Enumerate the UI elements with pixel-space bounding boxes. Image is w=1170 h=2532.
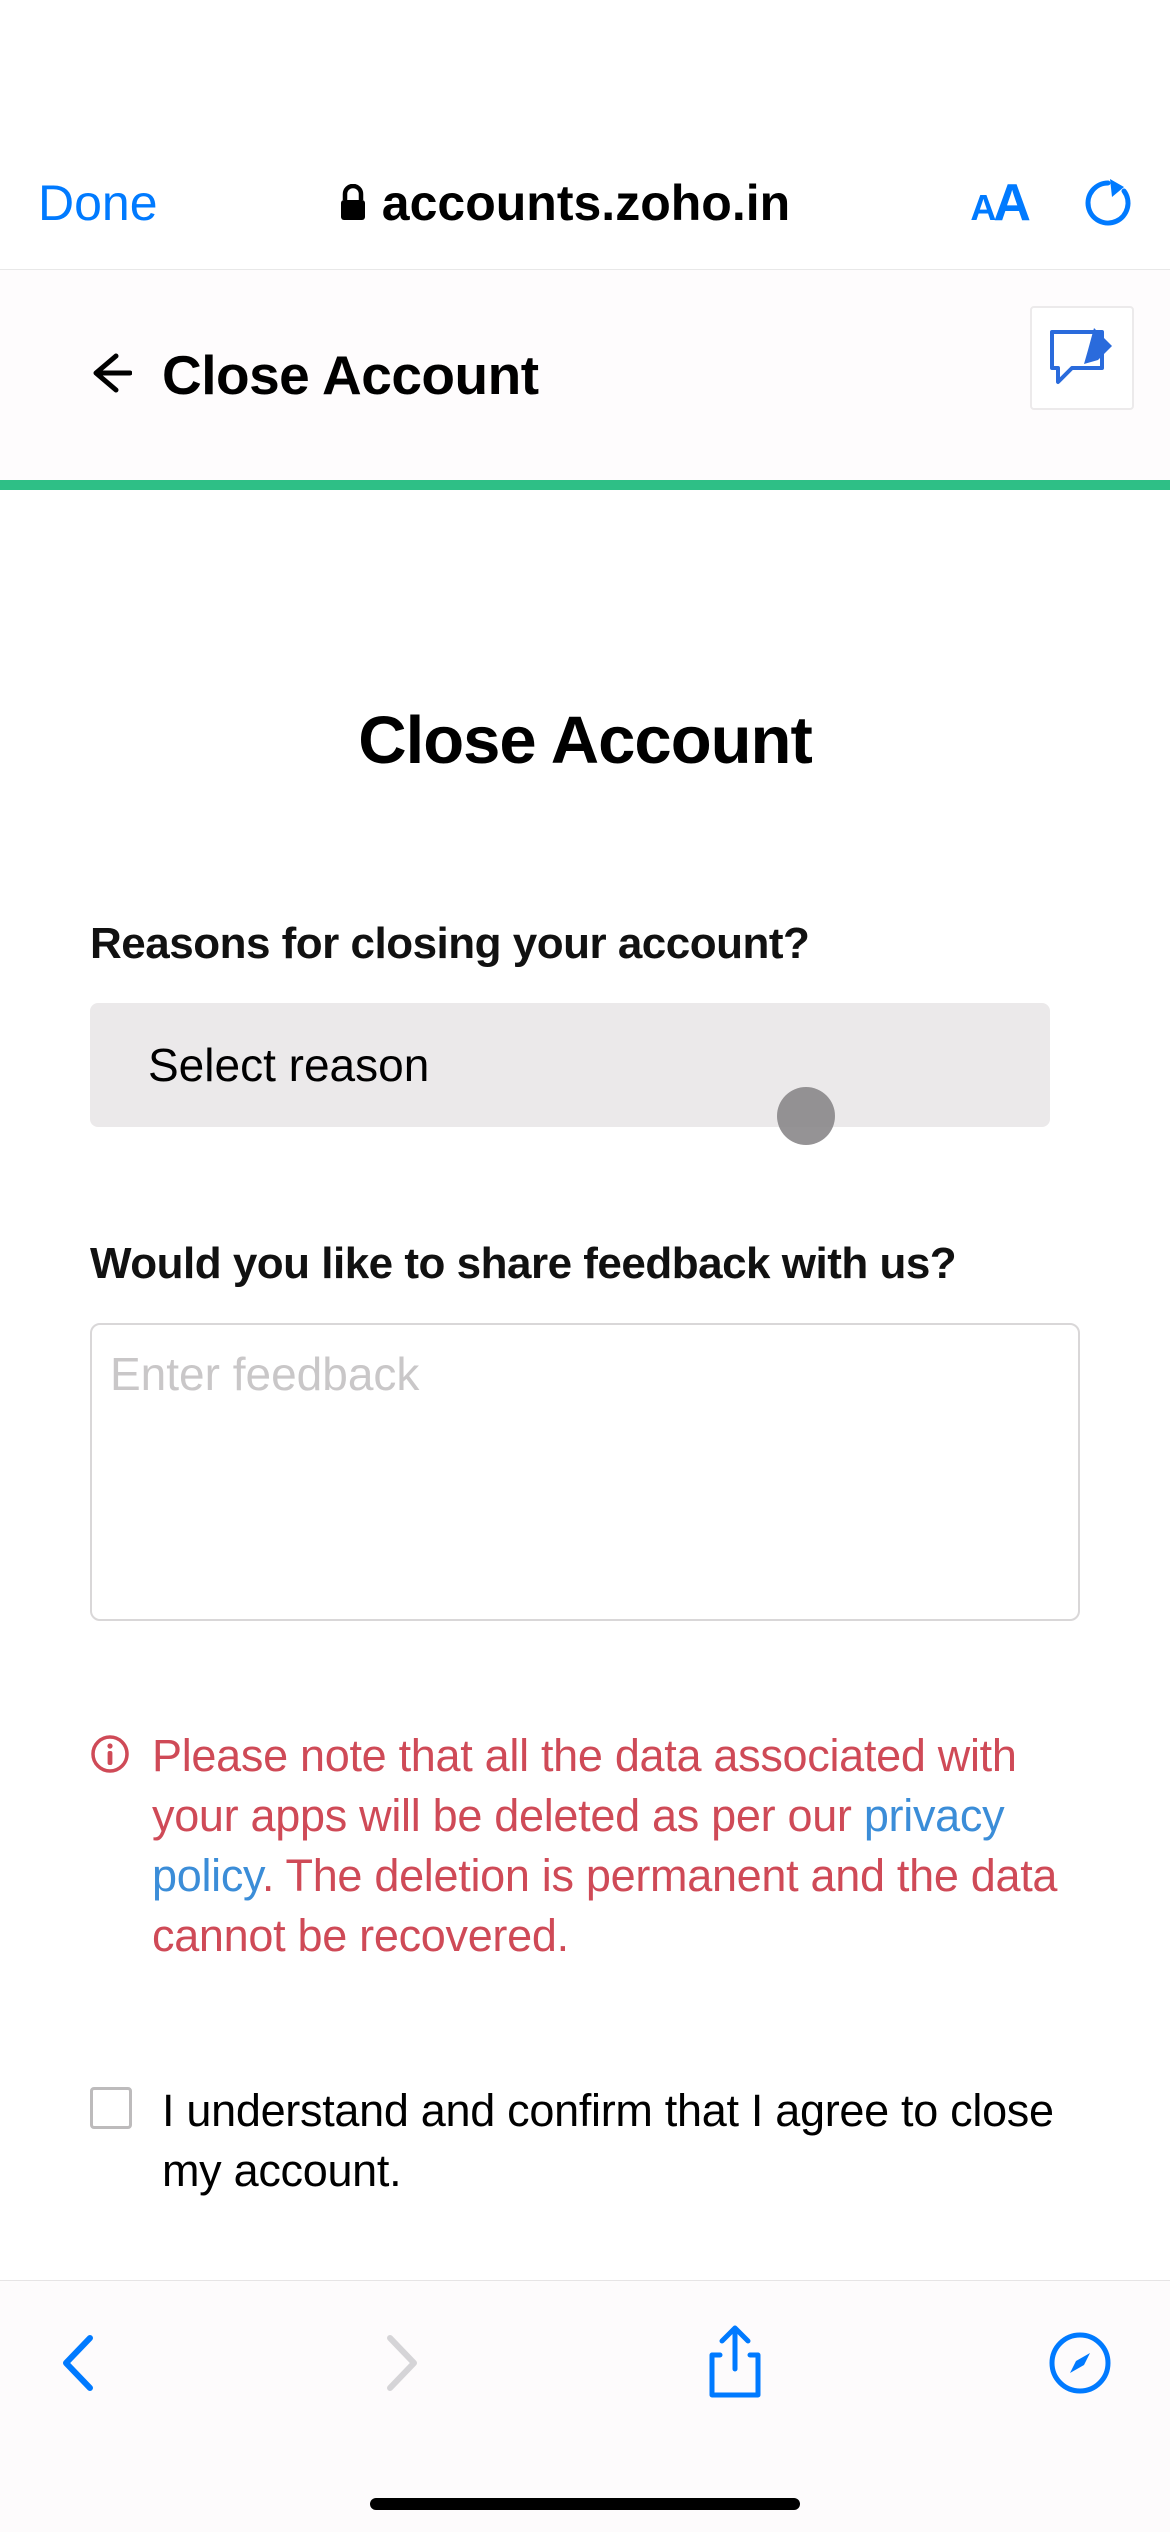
- progress-bar: [0, 480, 1170, 490]
- share-button[interactable]: [706, 2325, 764, 2401]
- back-arrow-button[interactable]: [86, 350, 132, 401]
- feedback-field: Would you like to share feedback with us…: [90, 1239, 1080, 1626]
- warning-notice: Please note that all the data associated…: [90, 1726, 1080, 1965]
- open-in-safari-button[interactable]: [1048, 2331, 1112, 2395]
- confirm-row: I understand and confirm that I agree to…: [90, 2081, 1080, 2201]
- page-header-title: Close Account: [162, 343, 539, 407]
- page-header: Close Account: [0, 270, 1170, 480]
- safari-right-controls: AA: [970, 173, 1132, 233]
- feedback-button[interactable]: [1030, 306, 1134, 410]
- safari-address-bar: Done accounts.zoho.in AA: [0, 0, 1170, 270]
- browser-back-button[interactable]: [58, 2332, 98, 2394]
- feedback-label: Would you like to share feedback with us…: [90, 1239, 1080, 1289]
- safari-top-row: Done accounts.zoho.in AA: [38, 173, 1132, 233]
- lock-icon: [338, 184, 368, 222]
- confirm-checkbox[interactable]: [90, 2087, 132, 2129]
- home-indicator[interactable]: [370, 2498, 800, 2510]
- warning-text: Please note that all the data associated…: [152, 1726, 1080, 1965]
- feedback-bubble-icon: [1046, 326, 1118, 390]
- info-icon: [90, 1734, 130, 1779]
- reload-button[interactable]: [1084, 177, 1132, 229]
- touch-indicator: [777, 1087, 835, 1145]
- feedback-textarea[interactable]: [90, 1323, 1080, 1621]
- reason-label: Reasons for closing your account?: [90, 919, 1080, 969]
- main-heading: Close Account: [90, 702, 1080, 779]
- done-button[interactable]: Done: [38, 174, 158, 232]
- reason-select-placeholder: Select reason: [148, 1038, 429, 1092]
- confirm-text: I understand and confirm that I agree to…: [162, 2081, 1080, 2201]
- main-content: Close Account Reasons for closing your a…: [0, 702, 1170, 2411]
- safari-bottom-row: [0, 2281, 1170, 2401]
- url-text: accounts.zoho.in: [382, 174, 790, 232]
- reason-field: Reasons for closing your account? Select…: [90, 919, 1080, 1127]
- text-size-small-a: A: [970, 187, 993, 229]
- warning-text-post: . The deletion is permanent and the data…: [152, 1850, 1057, 1961]
- text-size-large-a: A: [993, 173, 1028, 233]
- browser-forward-button: [382, 2332, 422, 2394]
- url-display[interactable]: accounts.zoho.in: [338, 174, 790, 232]
- text-size-button[interactable]: AA: [970, 173, 1028, 233]
- reason-select[interactable]: Select reason: [90, 1003, 1050, 1127]
- safari-bottom-toolbar: [0, 2280, 1170, 2532]
